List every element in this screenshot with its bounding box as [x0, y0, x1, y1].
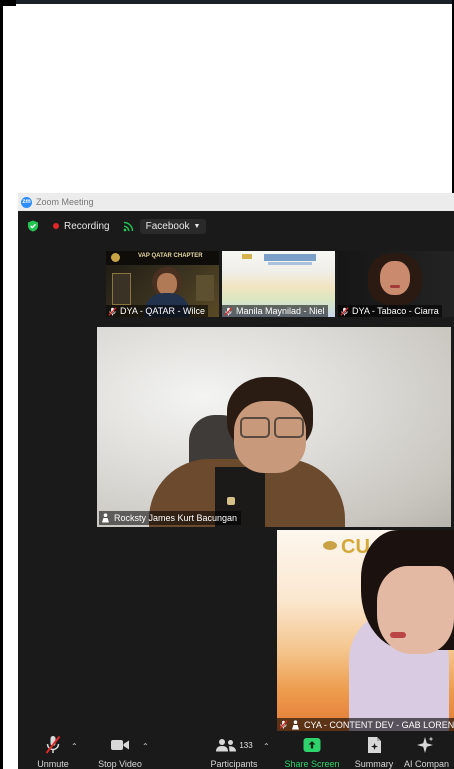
- meeting-top-bar: Recording Facebook ▼: [18, 211, 454, 241]
- host-pin-icon: [292, 719, 299, 729]
- active-speaker-video[interactable]: Rocksty James Kurt Bacungan: [97, 327, 451, 527]
- ai-companion-label: AI Compan: [404, 759, 450, 769]
- share-screen-label: Share Screen: [284, 759, 340, 769]
- live-destination-dropdown[interactable]: Facebook ▼: [139, 218, 207, 234]
- thumbnail-banner-text: VAP QATAR CHAPTER: [138, 253, 203, 259]
- participant-face: [157, 273, 177, 295]
- mic-muted-icon: [224, 306, 233, 316]
- video-options-chevron-icon[interactable]: ⌃: [142, 742, 149, 751]
- speaker-face: [377, 566, 454, 654]
- live-destination-label: Facebook: [145, 220, 190, 232]
- shield-icon[interactable]: [27, 220, 39, 232]
- document-summary-icon: [367, 737, 381, 753]
- participants-label: Participants: [210, 759, 258, 769]
- participants-icon: [216, 739, 237, 752]
- left-border: [0, 0, 3, 769]
- microphone-muted-icon: [45, 735, 61, 754]
- zoom-logo-icon: zm: [21, 196, 32, 208]
- glasses-right-lens: [274, 417, 304, 438]
- participant-face: [380, 261, 410, 295]
- chevron-down-icon: ▼: [193, 222, 201, 230]
- participant-name: DYA - Tabaco - Ciarra: [352, 306, 439, 316]
- audio-options-chevron-icon[interactable]: ⌃: [71, 742, 78, 751]
- share-screen-button[interactable]: Share Screen: [284, 731, 340, 769]
- participant-count: 133: [239, 740, 253, 750]
- sparkle-icon: [417, 736, 434, 753]
- second-speaker-name-tag: CYA - CONTENT DEV - GAB LORENO: [277, 718, 454, 731]
- recording-label[interactable]: Recording: [64, 221, 110, 232]
- meeting-toolbar: Unmute ⌃ Stop Video ⌃ 133 Participants ⌃…: [18, 731, 454, 769]
- participant-name-tag: Manila Maynilad - Niel: [222, 305, 328, 317]
- thumbnail-banner: VAP QATAR CHAPTER: [106, 251, 219, 265]
- award-graphic: [196, 275, 214, 301]
- certificate-graphic: [112, 273, 131, 305]
- brand-mark-icon: [242, 254, 252, 259]
- top-strip: [0, 0, 454, 4]
- summary-label: Summary: [354, 759, 394, 769]
- unmute-button[interactable]: Unmute: [32, 731, 74, 769]
- subtitle-graphic: [268, 262, 312, 265]
- lapel-pin-icon: [227, 497, 235, 505]
- emblem-icon: [111, 253, 120, 262]
- participant-name-tag: DYA - Tabaco - Ciarra: [338, 305, 442, 317]
- speaker-lips: [390, 632, 406, 638]
- second-speaker-video[interactable]: CU CYA - CONTENT DEV - GAB LORENO: [277, 530, 454, 731]
- mic-muted-icon: [340, 306, 349, 316]
- participant-thumbnail-1[interactable]: VAP QATAR CHAPTER DYA - QATAR - Wilce: [106, 251, 219, 317]
- glasses-left-lens: [240, 417, 270, 438]
- stop-video-label: Stop Video: [98, 759, 142, 769]
- title-bar: zm Zoom Meeting: [18, 193, 454, 211]
- video-camera-icon: [111, 740, 129, 750]
- share-screen-icon: [303, 738, 321, 752]
- mic-muted-icon: [279, 720, 288, 729]
- zoom-window: zm Zoom Meeting Recording Facebook ▼ VAP…: [18, 193, 454, 769]
- participant-name: DYA - QATAR - Wilce: [120, 306, 206, 316]
- participant-thumbnail-2[interactable]: Manila Maynilad - Niel: [222, 251, 335, 317]
- mic-muted-icon: [108, 306, 117, 316]
- window-title: Zoom Meeting: [36, 197, 94, 207]
- second-speaker-name: CYA - CONTENT DEV - GAB LORENO: [304, 719, 454, 730]
- participant-lips: [390, 285, 400, 288]
- live-stream-icon: [123, 221, 133, 231]
- unmute-label: Unmute: [37, 759, 69, 769]
- participant-name: Manila Maynilad - Niel: [236, 306, 325, 316]
- summary-button[interactable]: Summary: [350, 731, 398, 769]
- host-pin-icon: [102, 513, 109, 523]
- participants-button[interactable]: 133 Participants: [204, 731, 264, 769]
- recording-dot-icon: [53, 223, 59, 229]
- brand-logo-icon: [323, 541, 337, 550]
- ai-companion-button[interactable]: AI Compan: [404, 731, 454, 769]
- title-graphic: [264, 254, 316, 261]
- active-speaker-name: Rocksty James Kurt Bacungan: [114, 513, 238, 523]
- participant-thumbnail-3[interactable]: DYA - Tabaco - Ciarra: [338, 251, 454, 317]
- active-speaker-name-tag: Rocksty James Kurt Bacungan: [99, 511, 242, 525]
- stop-video-button[interactable]: Stop Video: [94, 731, 146, 769]
- participants-options-chevron-icon[interactable]: ⌃: [263, 742, 270, 751]
- participant-name-tag: DYA - QATAR - Wilce: [106, 305, 209, 317]
